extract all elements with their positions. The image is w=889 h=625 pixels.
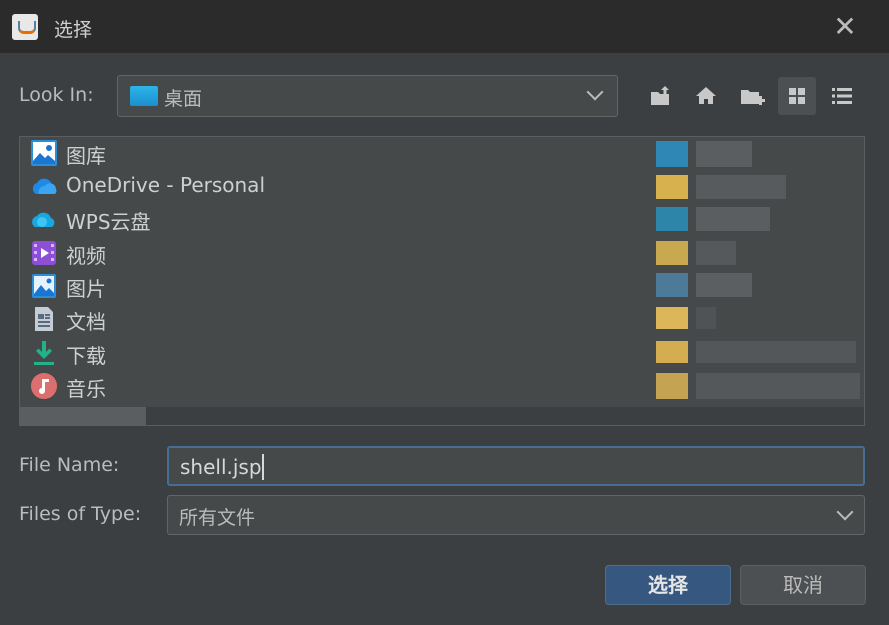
music-folder-icon — [31, 373, 57, 399]
look-in-combo[interactable]: 桌面 .combo .arrow::before{top:10px;} — [117, 75, 618, 117]
desktop-folder-icon — [130, 86, 158, 106]
file-chooser-dialog: 选择 ✕ Look In: 桌面 .combo .arrow::before{t… — [0, 0, 889, 625]
close-button[interactable]: ✕ — [830, 12, 860, 42]
horizontal-scrollbar[interactable] — [20, 407, 864, 425]
list-view-button[interactable] — [778, 77, 816, 115]
chevron-down-icon — [834, 496, 858, 534]
look-in-value: 桌面 — [164, 88, 203, 110]
new-folder-icon — [741, 90, 765, 105]
scrollbar-thumb[interactable] — [20, 407, 146, 425]
home-icon — [696, 87, 716, 104]
details-view-button[interactable] — [823, 77, 861, 115]
cancel-button[interactable]: 取消 — [740, 565, 866, 605]
window-title: 选择 — [54, 19, 93, 41]
new-folder-button[interactable] — [733, 77, 771, 115]
pictures-folder-icon — [32, 274, 56, 298]
video-folder-icon — [32, 241, 56, 265]
home-button[interactable] — [687, 77, 725, 115]
downloads-folder-icon — [34, 341, 54, 365]
file-list[interactable]: 图库 OneDrive - Personal WPS云盘 视频 图片 文档 下载… — [19, 136, 865, 426]
files-of-type-value: 所有文件 — [179, 507, 256, 529]
file-name-input[interactable]: shell.jsp — [167, 446, 865, 486]
title-bar: 选择 ✕ — [0, 0, 889, 53]
files-of-type-combo[interactable]: 所有文件 — [167, 495, 865, 535]
gallery-icon — [31, 140, 57, 166]
documents-folder-icon — [35, 307, 53, 331]
java-app-icon — [12, 14, 38, 40]
file-name-label: File Name: — [19, 454, 120, 476]
files-of-type-label: Files of Type: — [19, 503, 142, 525]
onedrive-icon — [32, 178, 57, 194]
select-button[interactable]: 选择 — [605, 565, 731, 605]
text-caret — [262, 454, 264, 480]
redacted-icons-column — [652, 137, 692, 405]
grid-view-icon — [789, 88, 805, 104]
up-one-level-button[interactable] — [642, 77, 680, 115]
details-list-icon — [832, 88, 852, 104]
wps-cloud-icon — [32, 212, 55, 227]
look-in-label: Look In: — [19, 84, 94, 106]
chevron-down-icon: .combo .arrow::before{top:10px;} — [584, 76, 608, 116]
folder-up-icon — [651, 86, 669, 105]
redacted-names-column — [696, 137, 860, 405]
